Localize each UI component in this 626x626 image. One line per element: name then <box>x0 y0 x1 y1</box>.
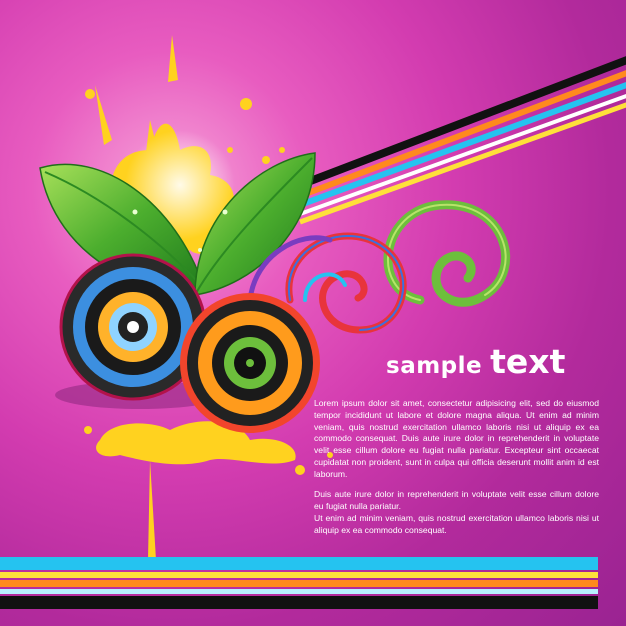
heading-word-text: text <box>490 342 566 381</box>
body-paragraph-3: Ut enim ad minim veniam, quis nostrud ex… <box>314 513 599 535</box>
bottom-stripes <box>0 557 598 609</box>
poster: sample text Lorem ipsum dolor sit amet, c… <box>0 0 626 626</box>
body-paragraph-2: Duis aute irure dolor in reprehenderit i… <box>314 489 599 511</box>
orange-target-ring <box>180 293 320 433</box>
diagonal-stripes <box>298 56 626 225</box>
heading-word-sample: sample <box>386 353 483 379</box>
poster-heading: sample text <box>386 342 606 381</box>
body-paragraph-1: Lorem ipsum dolor sit amet, consectetur … <box>314 398 599 479</box>
